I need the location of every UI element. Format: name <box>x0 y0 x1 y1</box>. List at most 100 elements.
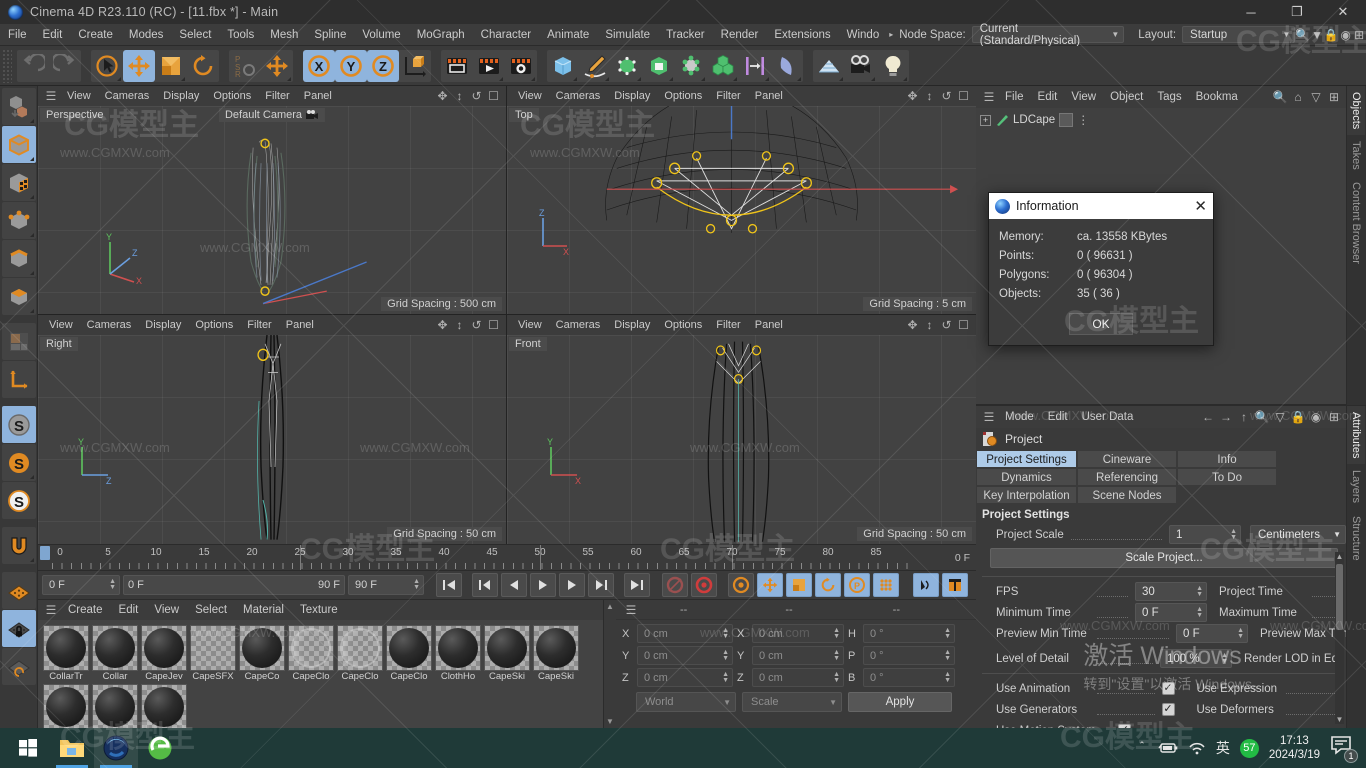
rotation-h-field[interactable]: 0 ° ▲ ▼ <box>863 624 955 643</box>
snap-settings-icon[interactable]: S <box>1 444 36 481</box>
material-item[interactable] <box>140 684 188 728</box>
material-swatch[interactable] <box>141 625 187 671</box>
vp-menu-filter[interactable]: Filter <box>709 86 747 106</box>
cinema4d-icon[interactable] <box>94 728 138 768</box>
windows-start-icon[interactable] <box>6 728 50 768</box>
search-icon[interactable]: 🔍 <box>1295 26 1310 44</box>
timeline-ruler-track[interactable]: 0 5 10 15 20 25 30 35 40 45 50 55 60 65 … <box>38 545 916 570</box>
rotation-key-icon[interactable] <box>815 573 841 597</box>
material-scrollbar[interactable]: ▲ ▼ <box>604 600 616 728</box>
menu-select[interactable]: Select <box>171 24 219 46</box>
scroll-up-icon[interactable]: ▲ <box>1335 552 1344 561</box>
stepper-icon[interactable]: ▲ ▼ <box>722 627 729 640</box>
maximize-viewport-icon[interactable]: ☐ <box>485 88 502 105</box>
project-scale-field[interactable]: 1 ▲ ▼ <box>1169 525 1241 544</box>
record-active-objects-icon[interactable] <box>662 573 688 597</box>
mat-menu-edit[interactable]: Edit <box>111 599 147 621</box>
menu-simulate[interactable]: Simulate <box>597 24 658 46</box>
vp-menu-cameras[interactable]: Cameras <box>98 86 157 106</box>
go-to-start-icon[interactable] <box>436 573 462 597</box>
vp-menu-options[interactable]: Options <box>657 315 709 335</box>
search-icon[interactable]: 🔍 <box>1271 88 1289 106</box>
file-explorer-icon[interactable] <box>50 728 94 768</box>
material-swatch[interactable] <box>43 684 89 728</box>
menu-spline[interactable]: Spline <box>306 24 354 46</box>
texture-mode-icon[interactable] <box>1 164 36 201</box>
fps-field[interactable]: 30 ▲ ▼ <box>1135 582 1207 601</box>
tab-scene-nodes[interactable]: Scene Nodes <box>1077 486 1177 504</box>
vtab-layers[interactable]: Layers <box>1347 464 1365 509</box>
material-swatch[interactable] <box>484 625 530 671</box>
stepper-icon[interactable]: ▲ ▼ <box>833 671 840 684</box>
viewport-top[interactable]: View Cameras Display Options Filter Pane… <box>507 86 976 315</box>
workplane-icon[interactable] <box>1 572 36 609</box>
model-mode-icon[interactable] <box>1 126 36 163</box>
tab-dynamics[interactable]: Dynamics <box>976 468 1077 486</box>
play-icon[interactable] <box>530 573 556 597</box>
magnet-icon[interactable] <box>1 527 36 564</box>
sound-icon[interactable] <box>913 573 939 597</box>
material-swatch[interactable] <box>337 625 383 671</box>
timeline-playhead[interactable] <box>40 546 50 560</box>
menu-tracker[interactable]: Tracker <box>658 24 713 46</box>
stepper-icon[interactable]: ▲ ▼ <box>1196 606 1203 619</box>
step-forward-icon[interactable] <box>559 573 585 597</box>
timeline-range-bar[interactable]: 0 F 90 F <box>123 575 345 595</box>
workplane-rotate-icon[interactable] <box>1 648 36 685</box>
material-swatch[interactable] <box>92 684 138 728</box>
viewport-perspective-camera[interactable]: Default Camera <box>218 108 326 122</box>
array-icon[interactable] <box>707 50 739 82</box>
browser-icon[interactable] <box>138 728 182 768</box>
autokey-icon[interactable] <box>691 573 717 597</box>
use-animation-checkbox[interactable]: ✓ <box>1161 682 1175 695</box>
redo-icon[interactable] <box>49 50 81 82</box>
light-icon[interactable] <box>877 50 909 82</box>
notification-icon[interactable]: 1 <box>1330 735 1358 763</box>
psr-icon[interactable]: PSR <box>229 50 261 82</box>
scroll-down-icon[interactable]: ▼ <box>606 717 614 726</box>
vp-menu-view[interactable]: View <box>511 86 549 106</box>
lock-icon[interactable]: 🔒 <box>1324 26 1339 44</box>
viewport-right-canvas[interactable]: Y Z Right Grid Spacing : 50 cm <box>38 335 506 544</box>
stepper-icon[interactable]: ▲ ▼ <box>413 578 420 591</box>
generator-icon[interactable] <box>611 50 643 82</box>
pan-icon[interactable]: ✥ <box>904 317 921 334</box>
project-scale-unit-select[interactable]: Centimeters ▼ <box>1250 525 1346 544</box>
viewport-perspective[interactable]: ☰ View Cameras Display Options Filter Pa… <box>38 86 507 315</box>
position-y-field[interactable]: 0 cm ▲ ▼ <box>637 646 733 665</box>
vp-menu-options[interactable]: Options <box>188 315 240 335</box>
position-key-icon[interactable] <box>757 573 783 597</box>
vtab-objects[interactable]: Objects <box>1347 86 1365 136</box>
stepper-icon[interactable]: ▲ ▼ <box>944 627 951 640</box>
size-z-field[interactable]: 0 cm ▲ ▼ <box>752 668 844 687</box>
minimum-time-field[interactable]: 0 F ▲ ▼ <box>1135 603 1207 622</box>
viewport-front-canvas[interactable]: Y X Front Grid Spacing : 50 cm <box>507 335 976 544</box>
attribute-scrollbar[interactable]: ▲ ▼ <box>1335 552 1344 724</box>
vp-menu-filter[interactable]: Filter <box>240 315 278 335</box>
render-to-picture-viewer-icon[interactable] <box>473 50 505 82</box>
tab-cineware[interactable]: Cineware <box>1077 450 1177 468</box>
material-item[interactable]: CapeClo <box>385 625 433 683</box>
edge-mode-icon[interactable] <box>1 240 36 277</box>
material-item[interactable] <box>42 684 90 728</box>
tab-key-interpolation[interactable]: Key Interpolation <box>976 486 1077 504</box>
floor-icon[interactable] <box>813 50 845 82</box>
material-swatch[interactable] <box>239 625 285 671</box>
position-x-field[interactable]: 0 cm ▲ ▼ <box>637 624 733 643</box>
deformer-icon[interactable] <box>675 50 707 82</box>
security-badge[interactable]: 57 <box>1239 738 1259 758</box>
material-item[interactable]: CapeSki <box>532 625 580 683</box>
size-x-field[interactable]: 0 cm ▲ ▼ <box>752 624 844 643</box>
menu-volume[interactable]: Volume <box>354 24 408 46</box>
vp-menu-panel[interactable]: Panel <box>297 86 339 106</box>
node-space-select[interactable]: Current (Standard/Physical) ▼ <box>971 23 1125 47</box>
dolly-icon[interactable]: ↕ <box>921 88 938 105</box>
stepper-icon[interactable]: ▲ ▼ <box>1196 585 1203 598</box>
hamburger-icon[interactable]: ☰ <box>42 601 60 619</box>
make-editable-icon[interactable] <box>1 88 36 125</box>
dolly-icon[interactable]: ↕ <box>451 88 468 105</box>
timeline-ruler[interactable]: 0 5 10 15 20 25 30 35 40 45 50 55 60 65 … <box>38 544 976 570</box>
rotate-icon[interactable] <box>187 50 219 82</box>
menu-extensions[interactable]: Extensions <box>766 24 838 46</box>
vp-menu-display[interactable]: Display <box>138 315 188 335</box>
